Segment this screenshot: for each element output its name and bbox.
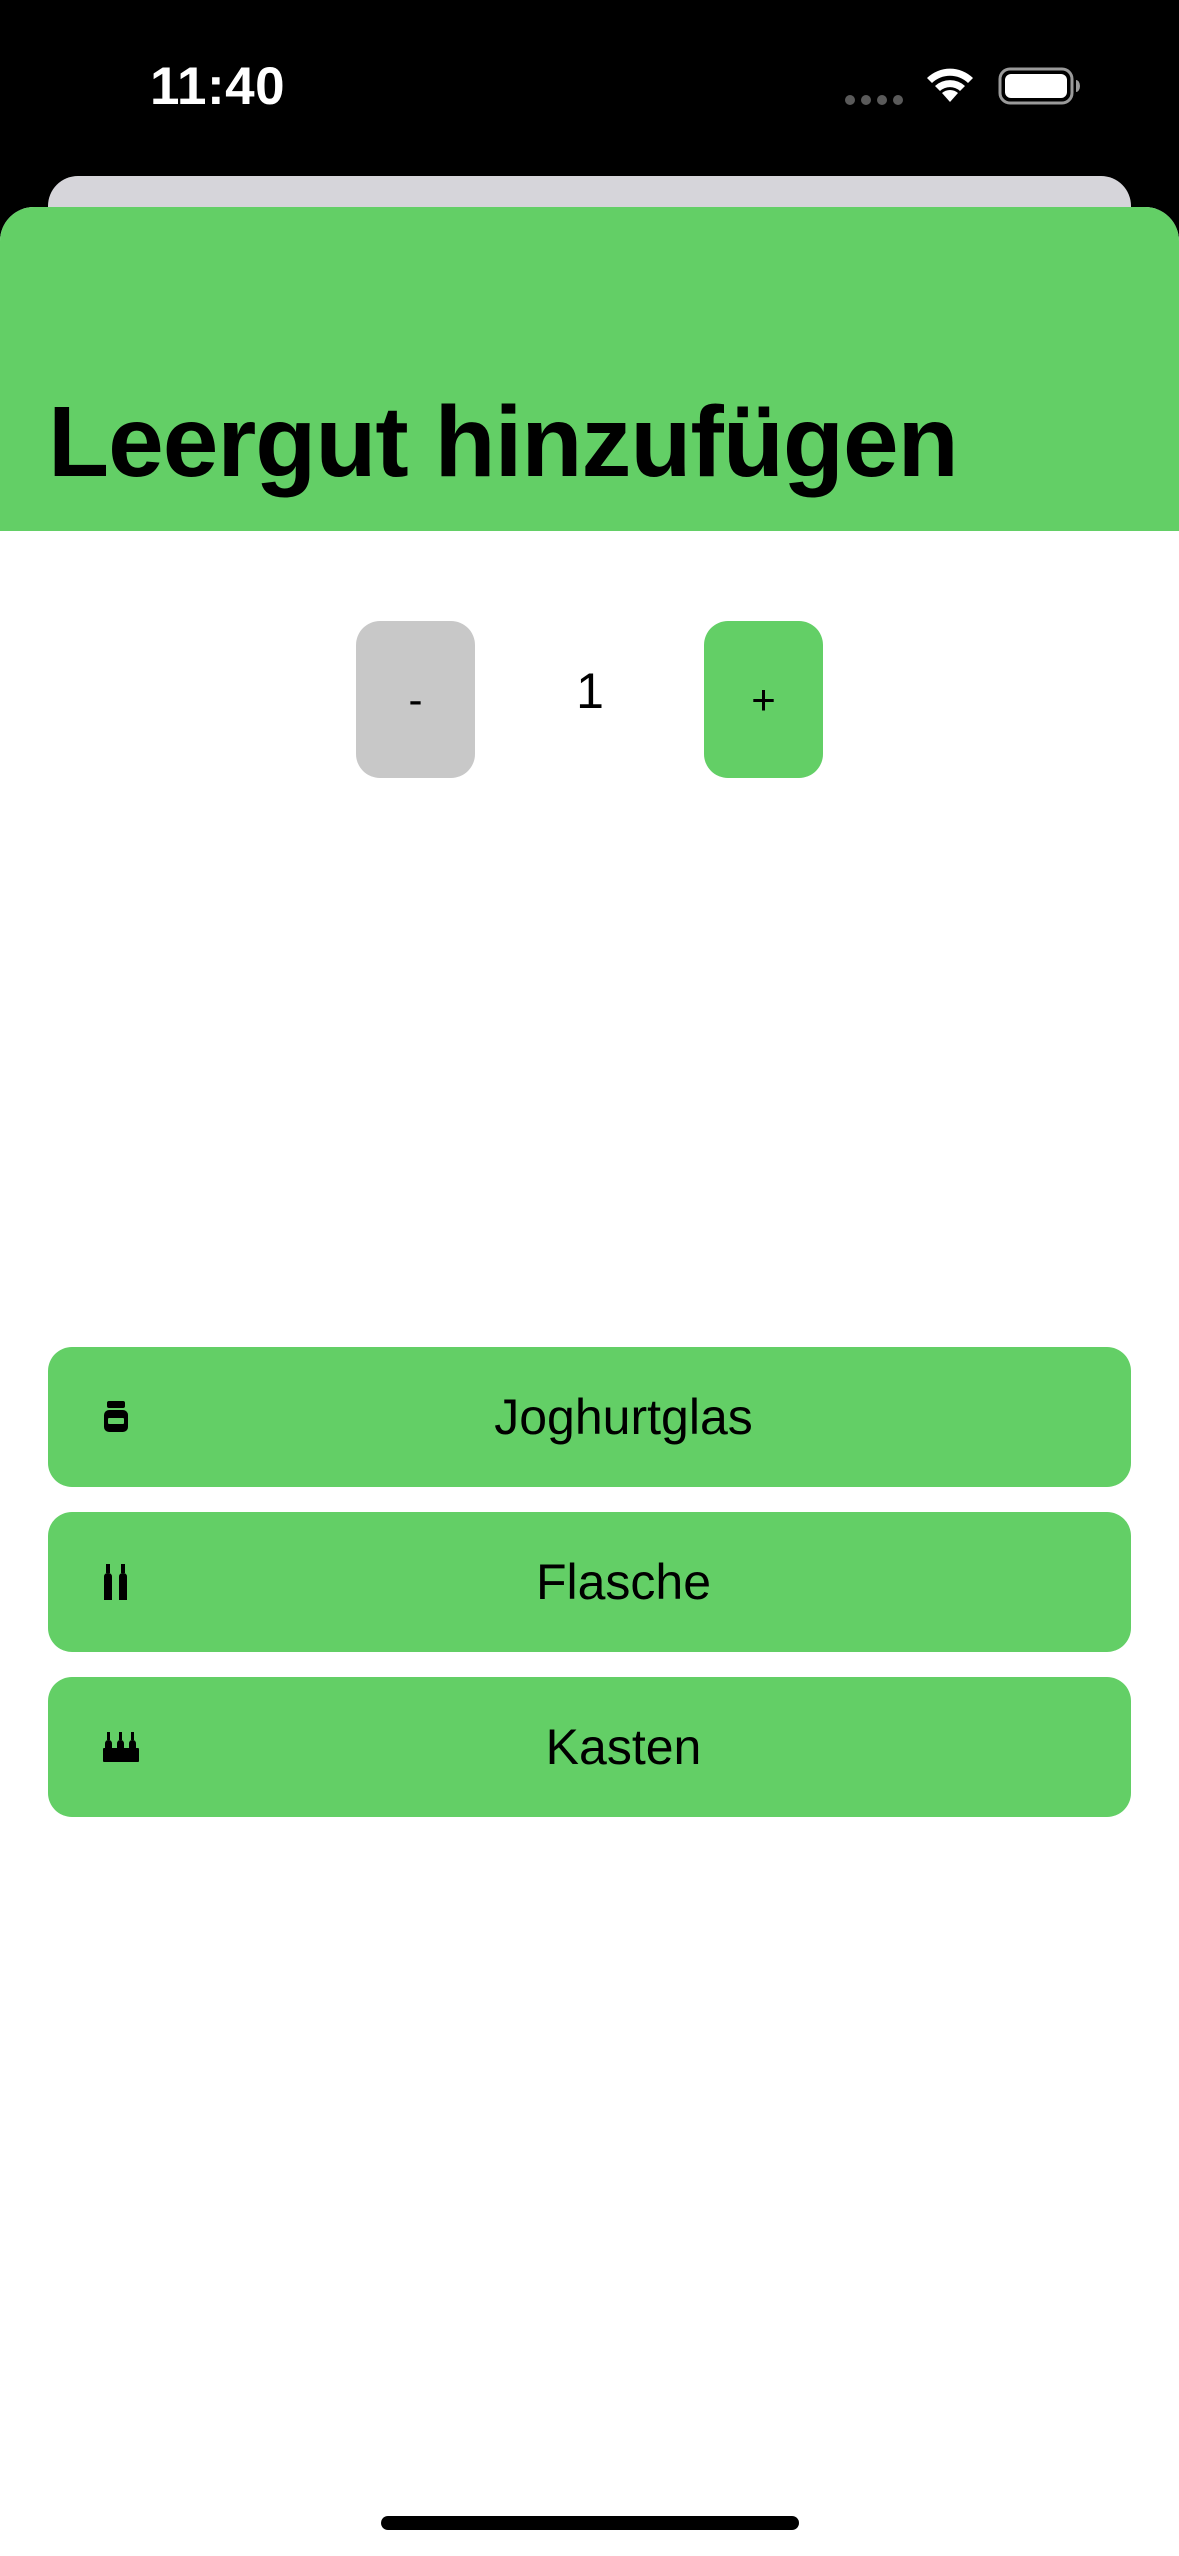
- kasten-label: Kasten: [545, 1719, 702, 1775]
- cellular-signal-icon: [845, 95, 903, 105]
- kasten-button[interactable]: Kasten: [48, 1677, 1131, 1817]
- wifi-icon: [927, 68, 973, 102]
- flasche-button[interactable]: Flasche: [48, 1512, 1131, 1652]
- decrement-button[interactable]: -: [356, 621, 475, 778]
- battery-icon: [998, 67, 1080, 105]
- quantity-value: 1: [576, 663, 604, 719]
- page-title: Leergut hinzufügen: [48, 386, 959, 498]
- status-time: 11:40: [150, 57, 286, 116]
- sheet-header: Leergut hinzufügen: [0, 207, 1179, 531]
- increment-button[interactable]: +: [704, 621, 823, 778]
- joghurtglas-label: Joghurtglas: [494, 1389, 753, 1445]
- status-bar: 11:40: [0, 0, 1179, 176]
- flasche-label: Flasche: [535, 1554, 712, 1610]
- joghurtglas-button[interactable]: Joghurtglas: [48, 1347, 1131, 1487]
- add-empties-sheet: Leergut hinzufügen - 1 + Joghurtglas Fla…: [0, 207, 1179, 2556]
- home-indicator[interactable]: [381, 2516, 799, 2530]
